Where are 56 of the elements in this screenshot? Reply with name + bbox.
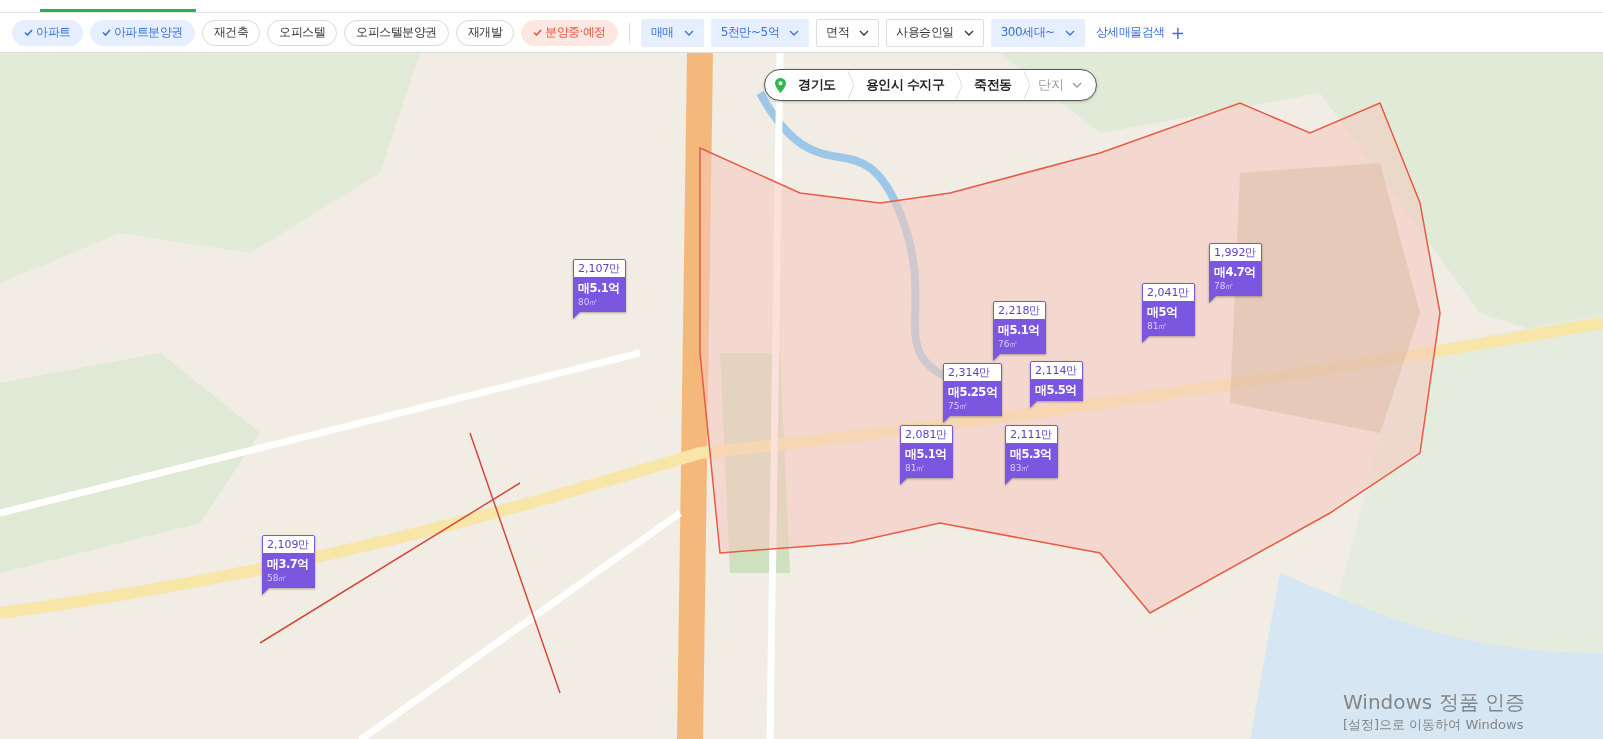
filter-chip[interactable]: 아파트 xyxy=(12,19,83,46)
chevron-separator-icon xyxy=(847,71,854,99)
breadcrumb-item[interactable]: 용인시 수지구 xyxy=(857,76,953,94)
marker-area: 75㎡ xyxy=(948,400,998,413)
breadcrumb-item[interactable]: 경기도 xyxy=(790,76,844,94)
caret-icon xyxy=(859,29,870,36)
breadcrumb-item[interactable]: 죽전동 xyxy=(966,76,1020,94)
chevron-separator-icon xyxy=(1023,71,1030,99)
filter-dropdown[interactable]: 매매 xyxy=(640,18,704,47)
location-pin-icon xyxy=(775,77,786,93)
caret-icon xyxy=(1064,29,1075,36)
marker-price-per-area: 1,992만 xyxy=(1209,243,1262,262)
filter-chip[interactable]: 재건축 xyxy=(201,19,260,46)
marker-price-per-area: 2,314만 xyxy=(943,363,1003,382)
filter-chip[interactable]: 오피스텔 xyxy=(267,19,337,46)
marker-price: 매5.1억 xyxy=(905,447,948,462)
marker-price: 매5.3억 xyxy=(1010,447,1053,462)
marker-area: 58㎡ xyxy=(267,572,310,585)
marker-price-per-area: 2,081만 xyxy=(900,425,953,444)
caret-icon xyxy=(683,29,694,36)
marker-price-per-area: 2,109만 xyxy=(262,535,315,554)
caret-icon xyxy=(963,29,974,36)
check-icon xyxy=(101,29,111,36)
filter-dropdown[interactable]: 300세대~ xyxy=(990,18,1085,47)
filter-chip[interactable]: 오피스텔분양권 xyxy=(344,19,449,46)
activation-notice-hint: [설정]으로 이동하여 Windows xyxy=(1343,716,1524,734)
filter-dropdown[interactable]: 5천만~5억 xyxy=(710,18,810,47)
marker-price: 매4.7억 xyxy=(1214,265,1257,280)
marker-area: 81㎡ xyxy=(905,462,948,475)
activation-notice-title: Windows 정품 인증 xyxy=(1343,689,1525,716)
chevron-separator-icon xyxy=(956,71,963,99)
check-icon xyxy=(533,29,542,36)
filter-chip[interactable]: 재개발 xyxy=(455,19,514,46)
marker-price: 매5.5억 xyxy=(1035,383,1078,398)
marker-price-per-area: 2,041만 xyxy=(1142,283,1195,302)
marker-price: 매5억 xyxy=(1147,305,1179,320)
detail-search-link[interactable]: 상세매물검색 + xyxy=(1091,22,1189,43)
marker-price-per-area: 2,107만 xyxy=(573,259,626,278)
check-icon xyxy=(24,29,33,36)
marker-price-per-area: 2,218만 xyxy=(993,301,1046,320)
filter-dropdown[interactable]: 면적 xyxy=(816,18,880,47)
marker-price: 매5.1억 xyxy=(578,281,621,296)
marker-price: 매3.7억 xyxy=(267,557,310,572)
marker-area: 80㎡ xyxy=(578,296,621,309)
caret-icon xyxy=(1071,82,1082,88)
marker-area: 76㎡ xyxy=(998,338,1041,351)
filter-dropdown[interactable]: 사용승인일 xyxy=(886,18,984,47)
filter-chip[interactable]: 아파트분양권 xyxy=(89,19,195,46)
marker-area: 81㎡ xyxy=(1147,320,1190,333)
marker-price-per-area: 2,111만 xyxy=(1005,425,1058,444)
marker-area: 83㎡ xyxy=(1010,462,1053,475)
caret-icon xyxy=(789,29,800,36)
marker-price: 매5.1억 xyxy=(998,323,1041,338)
marker-price-per-area: 2,114만 xyxy=(1030,361,1083,380)
marker-area: 78㎡ xyxy=(1214,280,1257,293)
marker-price: 매5.25억 xyxy=(948,385,998,400)
